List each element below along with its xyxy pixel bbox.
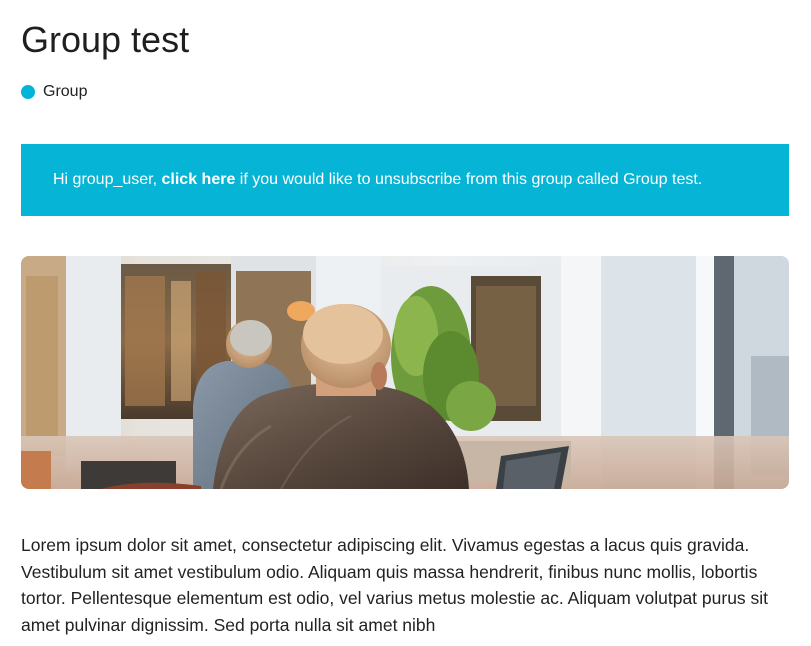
hero-image (21, 256, 789, 489)
unsubscribe-banner: Hi group_user, click here if you would l… (21, 144, 789, 216)
unsubscribe-link[interactable]: click here (162, 171, 236, 189)
group-description: Lorem ipsum dolor sit amet, consectetur … (21, 535, 769, 635)
banner-greeting: Hi group_user, (53, 171, 162, 188)
banner-message: if you would like to unsubscribe from th… (235, 171, 703, 188)
group-type-label: Group (43, 83, 88, 100)
group-type-dot-icon (21, 85, 35, 99)
page-title: Group test (21, 19, 190, 60)
group-type-indicator: Group (21, 81, 87, 103)
